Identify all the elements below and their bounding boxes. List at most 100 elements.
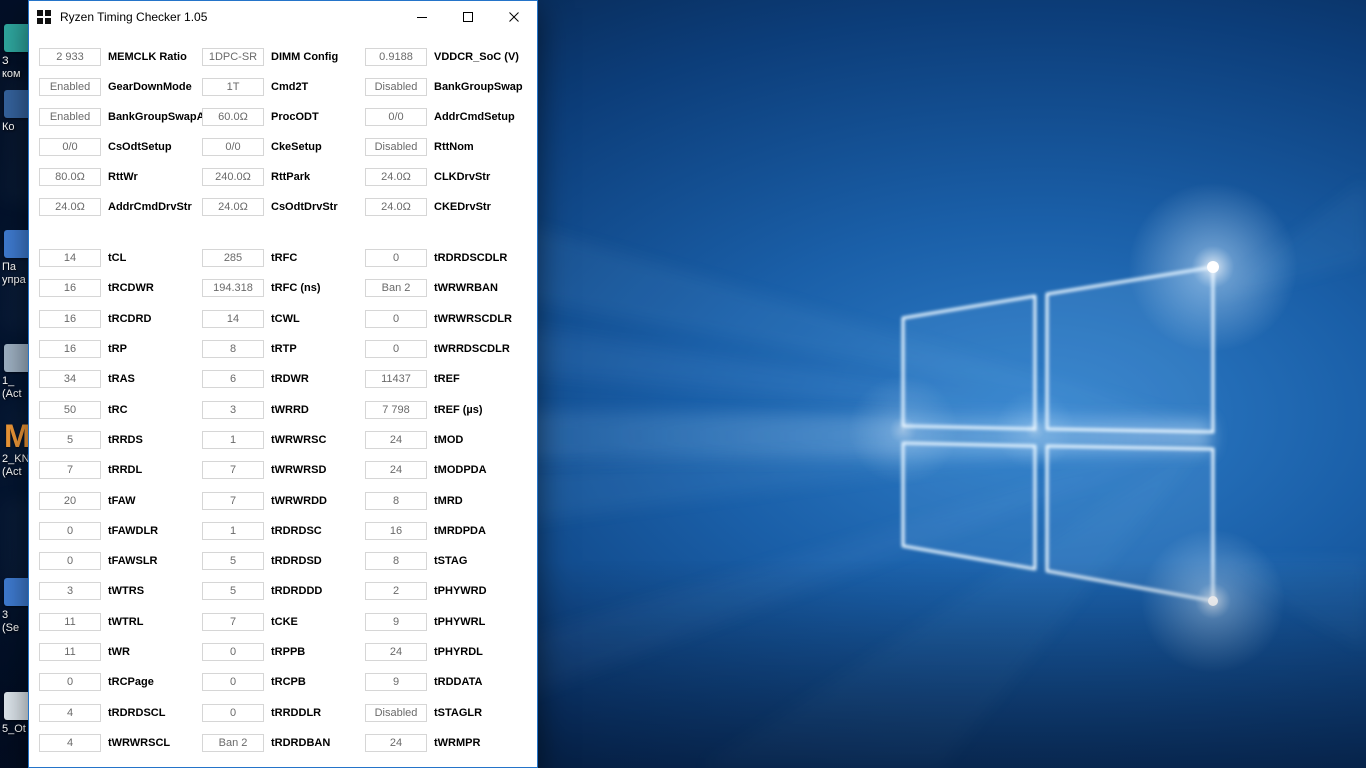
param-label-addrcmddrvstr: AddrCmdDrvStr <box>108 201 192 213</box>
param-cell-bankgroupswap: Disabled BankGroupSwap <box>365 78 523 96</box>
desktop-icon-strip: Зком Ко Па упра 1_ (Act M 2_KN (Act 3 (Se 5_Ot <box>0 0 31 768</box>
param-label-twtrs: tWTRS <box>108 585 145 598</box>
param-cell-trdrdscdlr: 0 tRDRDSCDLR <box>365 249 507 268</box>
value-box-tmrd: 8 <box>365 491 427 510</box>
param-label-trrds: tRRDS <box>108 433 143 446</box>
param-cell-trc: 50 tRC <box>39 400 202 419</box>
desktop-icon-glyph <box>4 578 31 606</box>
param-row: Enabled GearDownMode 1T Cmd2T Disabled BankGr… <box>29 72 537 102</box>
param-cell-tcwl: 14 tCWL <box>202 309 365 328</box>
value-box-trdrddd: 5 <box>202 582 264 601</box>
param-cell-addrcmdsetup: 0/0 AddrCmdSetup <box>365 108 515 126</box>
param-cell-ckesetup: 0/0 CkeSetup <box>202 138 365 156</box>
desktop-icon-label: упра <box>2 274 26 286</box>
param-label-tmrd: tMRD <box>434 494 463 507</box>
param-label-tphywrd: tPHYWRD <box>434 585 487 598</box>
desktop-icon[interactable]: Ко <box>2 90 31 134</box>
value-box-twr: 11 <box>39 643 101 661</box>
value-box-trfc: 285 <box>202 249 264 268</box>
desktop-icon-glyph: M <box>4 422 31 454</box>
param-label-trppb: tRPPB <box>271 646 306 658</box>
param-cell-trdrdsd: 5 tRDRDSD <box>202 552 365 571</box>
param-cell-tref: 11437 tREF <box>365 370 460 389</box>
param-row: 4 tRDRDSCL 0 tRRDDLR Disabled tSTAGLR <box>29 697 537 727</box>
param-cell-tphywrl: 9 tPHYWRL <box>365 612 485 631</box>
value-box-dimm-config: 1DPC-SR <box>202 48 264 66</box>
desktop-icon-label: 5_Ot <box>2 723 26 735</box>
param-row: 0 tRCPage 0 tRCPB 9 tRDDATA <box>29 667 537 697</box>
value-box-twtrl: 11 <box>39 612 101 631</box>
value-box-trdrdscl: 4 <box>39 703 101 722</box>
param-label-tstag: tSTAG <box>434 555 468 568</box>
param-label-ckedrvstr: CKEDrvStr <box>434 201 491 213</box>
param-cell-twtrs: 3 tWTRS <box>39 582 202 601</box>
param-cell-clkdrvstr: 24.0Ω CLKDrvStr <box>365 168 490 186</box>
param-cell-trcdwr: 16 tRCDWR <box>39 279 202 298</box>
value-box-trddata: 9 <box>365 673 427 692</box>
param-cell-tfawdlr: 0 tFAWDLR <box>39 521 202 540</box>
desktop-icon-glyph <box>4 230 31 258</box>
desktop-icon[interactable]: 5_Ot <box>2 692 31 736</box>
param-label-clkdrvstr: CLKDrvStr <box>434 171 491 183</box>
param-cell-tfawslr: 0 tFAWSLR <box>39 552 202 571</box>
param-cell-tmrd: 8 tMRD <box>365 491 463 510</box>
param-label-bankgroupswapalt: BankGroupSwapAlt <box>108 111 212 123</box>
value-box-tcwl: 14 <box>202 309 264 328</box>
param-row: 5 tRRDS 1 tWRWRSC 24 tMOD <box>29 425 537 455</box>
param-cell-tmodpda: 24 tMODPDA <box>365 461 487 480</box>
param-label-trp: tRP <box>108 343 127 356</box>
value-box-trcdrd: 16 <box>39 309 101 328</box>
minimize-button[interactable] <box>399 1 445 32</box>
param-label-trfc: tRFC <box>271 252 298 265</box>
window-controls <box>399 1 537 32</box>
param-cell-trppb: 0 tRPPB <box>202 643 365 661</box>
param-cell-trdwr: 6 tRDWR <box>202 370 365 389</box>
param-cell-twrwrsd: 7 tWRWRSD <box>202 461 365 480</box>
titlebar[interactable]: Ryzen Timing Checker 1.05 <box>29 1 537 32</box>
desktop-icon[interactable]: M 2_KN (Act <box>2 422 31 479</box>
param-cell-trddata: 9 tRDDATA <box>365 673 482 692</box>
value-box-tfawslr: 0 <box>39 552 101 571</box>
param-row: 11 tWTRL 7 tCKE 9 tPHYWRL <box>29 607 537 637</box>
param-cell-rttnom: Disabled RttNom <box>365 138 474 156</box>
param-label-tmrdpda: tMRDPDA <box>434 524 486 537</box>
param-label-trfc-ns: tRFC (ns) <box>271 282 321 295</box>
desktop-icon-label: Па <box>2 261 17 273</box>
maximize-button[interactable] <box>445 1 491 32</box>
value-box-trdrdscdlr: 0 <box>365 249 427 268</box>
param-row: 24.0Ω AddrCmdDrvStr 24.0Ω CsOdtDrvStr 24.0Ω C… <box>29 192 537 222</box>
param-cell-ckedrvstr: 24.0Ω CKEDrvStr <box>365 198 491 216</box>
param-cell-twrwrsc: 1 tWRWRSC <box>202 430 365 449</box>
param-row: 16 tRCDWR 194.318 tRFC (ns) Ban 2 tWRWRBAN <box>29 273 537 303</box>
param-cell-tmrdpda: 16 tMRDPDA <box>365 521 486 540</box>
desktop: Зком Ко Па упра 1_ (Act M 2_KN (Act 3 (Se 5_Ot Ryze… <box>0 0 1366 768</box>
value-box-tphywrd: 2 <box>365 582 427 601</box>
desktop-icon[interactable]: 1_ (Act <box>2 344 31 401</box>
param-cell-tref-s: 7 798 tREF (µs) <box>365 400 483 419</box>
param-cell-twrwrscl: 4 tWRWRSCL <box>39 733 202 752</box>
desktop-icon-glyph <box>4 24 31 52</box>
desktop-icon-label: 3 <box>2 609 9 621</box>
value-box-twrmpr: 24 <box>365 733 427 752</box>
value-box-tfawdlr: 0 <box>39 521 101 540</box>
param-label-trc: tRC <box>108 403 128 416</box>
param-cell-twr: 11 tWR <box>39 643 202 661</box>
param-label-tfaw: tFAW <box>108 494 136 507</box>
param-row: 2 933 MEMCLK Ratio 1DPC-SR DIMM Config 0.918… <box>29 42 537 72</box>
value-box-trdrdsc: 1 <box>202 521 264 540</box>
desktop-icon[interactable]: Зком <box>2 24 31 81</box>
param-label-twtrl: tWTRL <box>108 615 144 628</box>
param-row: 34 tRAS 6 tRDWR 11437 tREF <box>29 364 537 394</box>
param-cell-rttpark: 240.0Ω RttPark <box>202 168 365 186</box>
window-content: 2 933 MEMCLK Ratio 1DPC-SR DIMM Config 0.918… <box>29 33 537 767</box>
close-button[interactable] <box>491 1 537 32</box>
param-row: 16 tRP 8 tRTP 0 tWRRDSCDLR <box>29 334 537 364</box>
desktop-icon[interactable]: 3 (Se <box>2 578 31 635</box>
close-icon <box>509 11 519 22</box>
value-box-rttpark: 240.0Ω <box>202 168 264 186</box>
param-label-trrddlr: tRRDDLR <box>271 706 322 719</box>
desktop-icon[interactable]: Па упра <box>2 230 31 287</box>
param-label-rttpark: RttPark <box>271 171 311 183</box>
param-cell-rttwr: 80.0Ω RttWr <box>39 168 202 186</box>
param-cell-bankgroupswapalt: Enabled BankGroupSwapAlt <box>39 108 211 126</box>
